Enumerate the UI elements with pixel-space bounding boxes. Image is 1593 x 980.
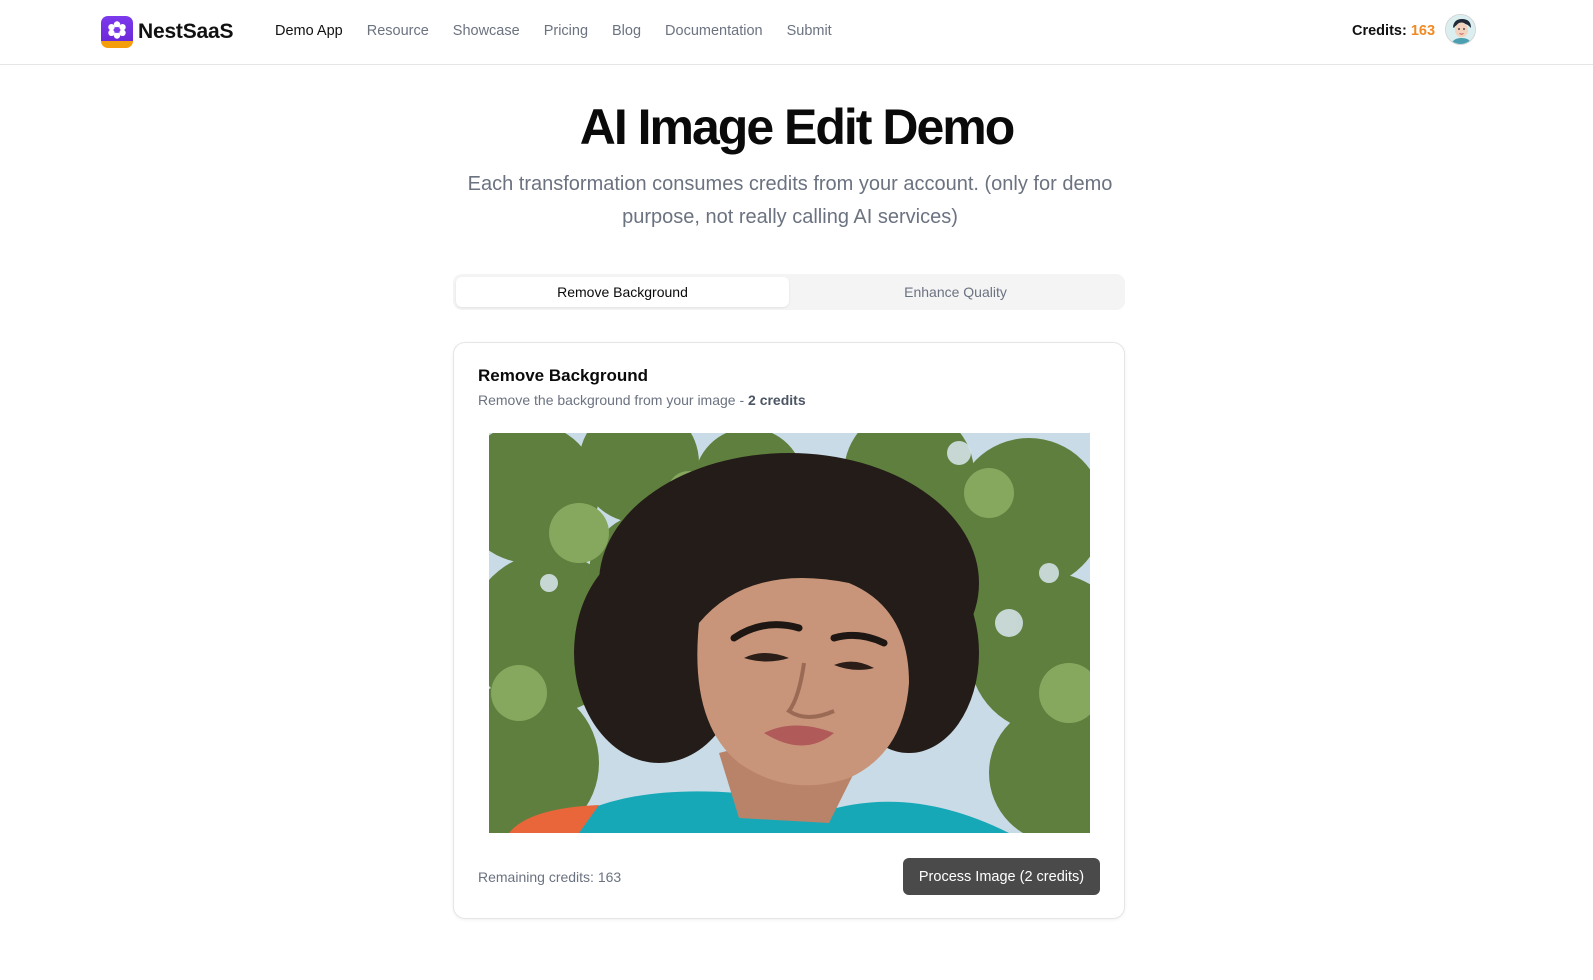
tab-remove-background[interactable]: Remove Background <box>456 277 789 307</box>
credits-value: 163 <box>1410 23 1436 39</box>
card-credit-cost: 2 credits <box>748 392 806 408</box>
remaining-credits: Remaining credits: 163 <box>478 869 622 885</box>
brand-name: NestSaaS <box>138 20 234 43</box>
nav-showcase[interactable]: Showcase <box>453 23 520 39</box>
card-title: Remove Background <box>478 366 649 385</box>
site-header: NestSaaS Demo App Resource Showcase Pric… <box>0 0 1593 65</box>
remove-background-card: Remove Background Remove the background … <box>453 342 1125 919</box>
card-description-text: Remove the background from your image - <box>478 392 745 408</box>
main-nav: Demo App Resource Showcase Pricing Blog … <box>275 23 856 39</box>
nav-blog[interactable]: Blog <box>612 23 641 39</box>
nav-demo-app[interactable]: Demo App <box>275 23 343 39</box>
card-description: Remove the background from your image - … <box>478 392 806 408</box>
page-title: AI Image Edit Demo <box>579 99 1016 155</box>
nav-documentation[interactable]: Documentation <box>665 23 763 39</box>
edit-mode-tabs: Remove Background Enhance Quality <box>453 274 1125 310</box>
credits-label: Credits: <box>1352 23 1407 39</box>
user-avatar[interactable] <box>1445 14 1476 45</box>
portrait-photo <box>489 433 1090 833</box>
tab-enhance-quality[interactable]: Enhance Quality <box>789 277 1122 307</box>
nav-pricing[interactable]: Pricing <box>544 23 588 39</box>
credits-indicator: Credits: 163 <box>1352 23 1435 39</box>
nav-submit[interactable]: Submit <box>787 23 832 39</box>
brand-logo-link[interactable]: NestSaaS <box>101 16 233 48</box>
page-subtitle: Each transformation consumes credits fro… <box>467 173 1113 228</box>
nav-resource[interactable]: Resource <box>367 23 429 39</box>
flower-logo-icon <box>101 16 133 48</box>
process-image-button[interactable]: Process Image (2 credits) <box>903 858 1100 895</box>
